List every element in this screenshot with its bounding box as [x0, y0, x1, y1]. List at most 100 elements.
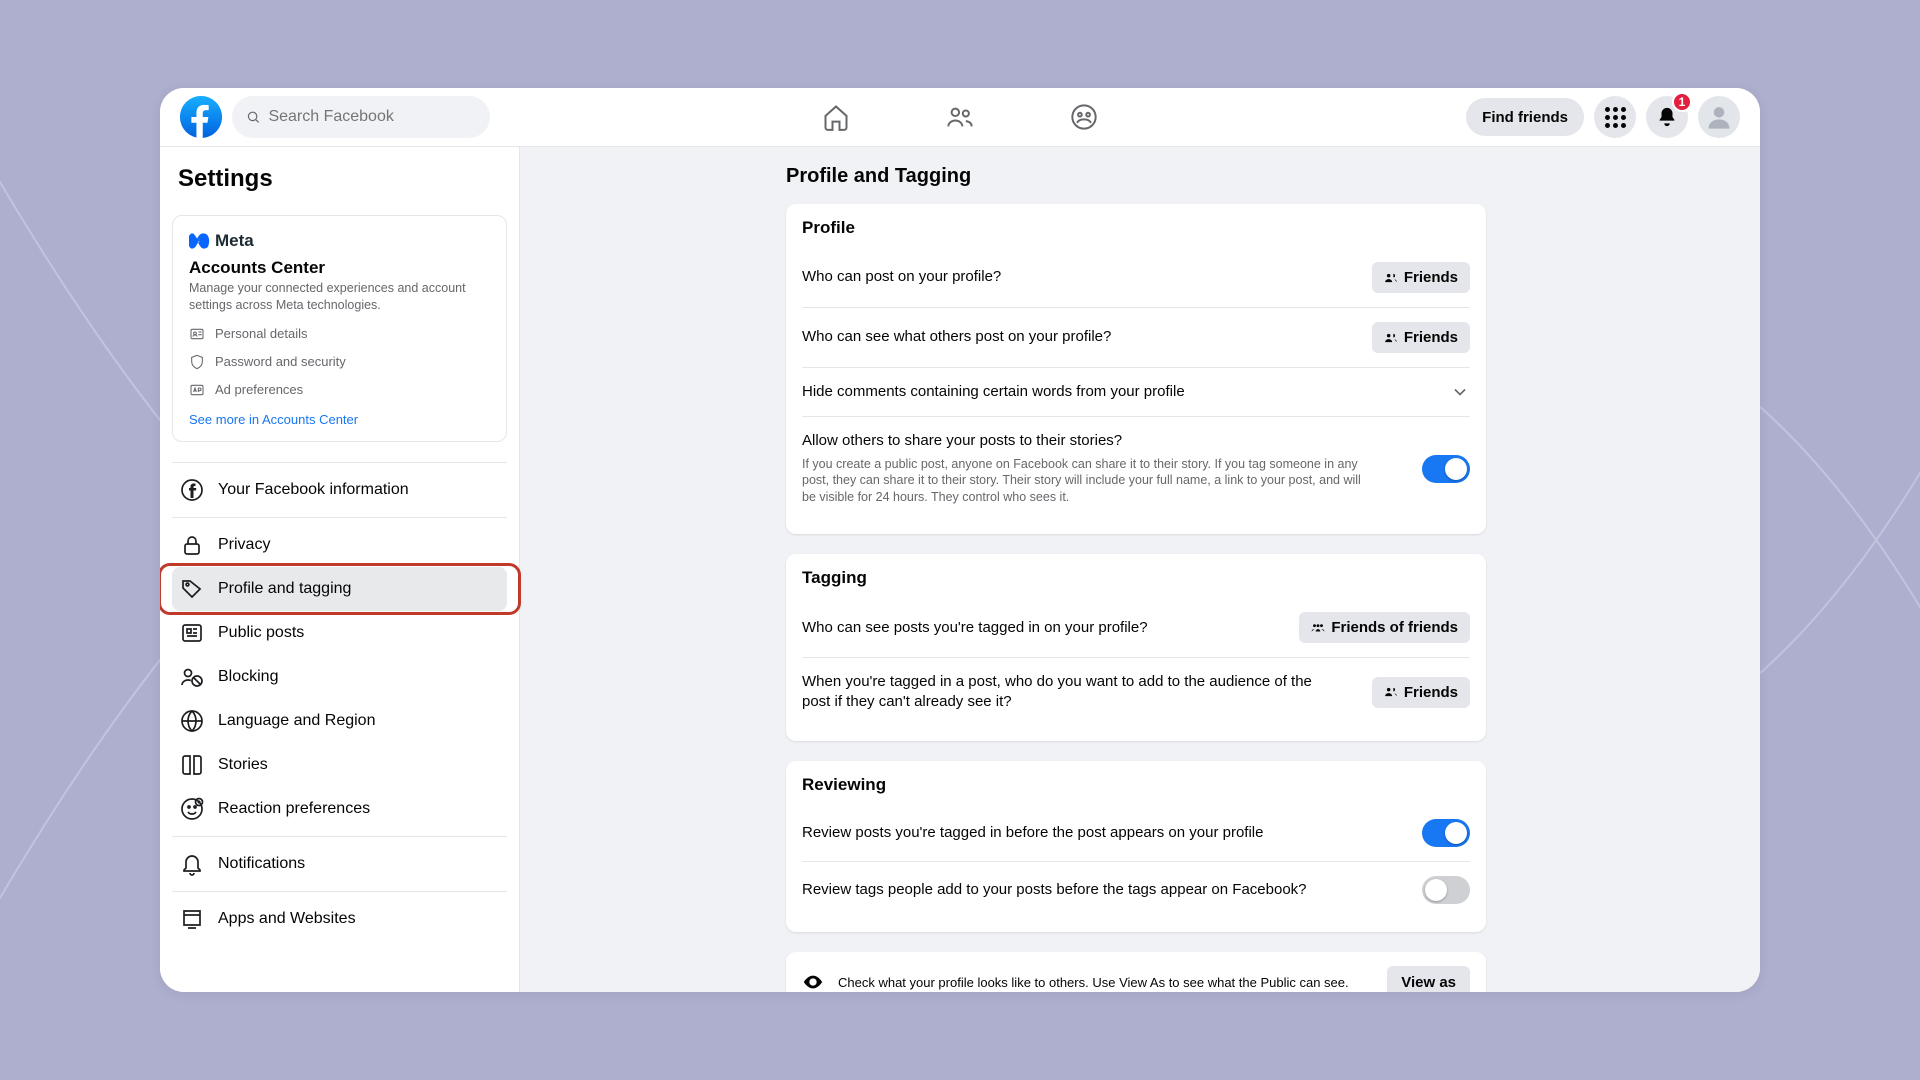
sidebar-item-public-posts[interactable]: Public posts — [172, 611, 507, 655]
search-icon — [246, 109, 260, 125]
meta-logo: Meta — [189, 230, 490, 252]
sidebar-item-reaction-preferences[interactable]: Reaction preferences — [172, 787, 507, 831]
toggle-review-posts[interactable] — [1422, 819, 1470, 847]
reviewing-section: Reviewing Review posts you're tagged in … — [786, 761, 1486, 932]
sidebar-item-stories[interactable]: Stories — [172, 743, 507, 787]
ac-item-label: Ad preferences — [215, 382, 303, 397]
section-heading-profile: Profile — [802, 218, 1470, 238]
toggle-allow-share[interactable] — [1422, 455, 1470, 483]
view-as-button[interactable]: View as — [1387, 966, 1470, 992]
accounts-center-more-link[interactable]: See more in Accounts Center — [189, 412, 490, 427]
apps-icon — [180, 907, 204, 931]
row-label: When you're tagged in a post, who do you… — [802, 672, 1312, 713]
header-right: Find friends 1 — [1466, 96, 1740, 138]
friends-of-friends-selector[interactable]: Friends of friends — [1299, 612, 1470, 643]
sidebar-item-label: Notifications — [218, 855, 305, 873]
sidebar-item-language-region[interactable]: Language and Region — [172, 699, 507, 743]
sidebar-item-label: Reaction preferences — [218, 800, 370, 818]
lock-icon — [180, 533, 204, 557]
row-review-posts: Review posts you're tagged in before the… — [802, 805, 1470, 862]
meta-brand-text: Meta — [215, 231, 254, 251]
row-label: Hide comments containing certain words f… — [802, 382, 1185, 402]
ac-personal-details[interactable]: Personal details — [189, 326, 490, 342]
toggle-review-tags[interactable] — [1422, 876, 1470, 904]
sidebar-item-label: Profile and tagging — [218, 580, 351, 598]
header: Find friends 1 — [160, 88, 1760, 147]
row-review-tags: Review tags people add to your posts bef… — [802, 862, 1470, 918]
row-label: Review tags people add to your posts bef… — [802, 880, 1307, 900]
row-sublabel: If you create a public post, anyone on F… — [802, 456, 1372, 507]
menu-button[interactable] — [1594, 96, 1636, 138]
divider — [172, 517, 507, 518]
notification-badge: 1 — [1672, 92, 1692, 112]
meta-icon — [189, 230, 211, 252]
feed-icon — [180, 621, 204, 645]
value-text: Friends — [1404, 269, 1458, 286]
sidebar-item-notifications[interactable]: Notifications — [172, 842, 507, 886]
row-label: Allow others to share your posts to thei… — [802, 431, 1372, 451]
sidebar: Settings Meta Accounts Center Manage you… — [160, 147, 520, 992]
value-text: Friends — [1404, 684, 1458, 701]
eye-icon — [802, 971, 824, 992]
shield-icon — [189, 354, 205, 370]
row-label: Review posts you're tagged in before the… — [802, 823, 1263, 843]
reaction-icon — [180, 797, 204, 821]
friends-selector[interactable]: Friends — [1372, 677, 1470, 708]
row-who-can-see-tagged: Who can see posts you're tagged in on yo… — [802, 598, 1470, 658]
globe-icon — [180, 709, 204, 733]
sidebar-item-profile-and-tagging[interactable]: Profile and tagging — [172, 567, 507, 611]
sidebar-item-blocking[interactable]: Blocking — [172, 655, 507, 699]
fb-circle-icon — [180, 478, 204, 502]
main-content: Profile and Tagging Profile Who can post… — [520, 147, 1760, 992]
value-text: Friends of friends — [1331, 619, 1458, 636]
chevron-down-icon — [1450, 382, 1470, 402]
tagging-section: Tagging Who can see posts you're tagged … — [786, 554, 1486, 741]
viewas-text: Check what your profile looks like to ot… — [838, 975, 1373, 990]
divider — [172, 891, 507, 892]
bell-icon — [180, 852, 204, 876]
sidebar-item-your-facebook-information[interactable]: Your Facebook information — [172, 468, 507, 512]
settings-title: Settings — [172, 165, 507, 193]
row-label: Who can see posts you're tagged in on yo… — [802, 618, 1148, 638]
row-hide-comments[interactable]: Hide comments containing certain words f… — [802, 368, 1470, 417]
id-card-icon — [189, 326, 205, 342]
avatar-icon — [1705, 103, 1733, 131]
row-add-audience: When you're tagged in a post, who do you… — [802, 658, 1470, 727]
search-wrap[interactable] — [232, 96, 490, 138]
sidebar-item-apps-websites[interactable]: Apps and Websites — [172, 897, 507, 941]
row-label: Who can see what others post on your pro… — [802, 327, 1111, 347]
facebook-logo[interactable] — [180, 96, 222, 138]
sidebar-item-label: Apps and Websites — [218, 910, 356, 928]
row-label: Who can post on your profile? — [802, 267, 1001, 287]
groups-icon[interactable] — [1070, 103, 1098, 131]
search-input[interactable] — [268, 108, 476, 126]
viewas-section: Check what your profile looks like to ot… — [786, 952, 1486, 992]
sidebar-item-label: Blocking — [218, 668, 278, 686]
ac-ad-preferences[interactable]: Ad preferences — [189, 382, 490, 398]
sidebar-item-label: Your Facebook information — [218, 481, 409, 499]
notifications-button[interactable]: 1 — [1646, 96, 1688, 138]
ac-password-security[interactable]: Password and security — [189, 354, 490, 370]
friends-icon — [1384, 331, 1398, 345]
friends-icon — [1384, 685, 1398, 699]
friends-icon — [1384, 271, 1398, 285]
book-icon — [180, 753, 204, 777]
divider — [172, 836, 507, 837]
friends-selector[interactable]: Friends — [1372, 322, 1470, 353]
value-text: Friends — [1404, 329, 1458, 346]
row-allow-share-stories: Allow others to share your posts to thei… — [802, 417, 1470, 520]
home-icon[interactable] — [822, 103, 850, 131]
sidebar-item-privacy[interactable]: Privacy — [172, 523, 507, 567]
row-who-can-post: Who can post on your profile? Friends — [802, 248, 1470, 308]
find-friends-button[interactable]: Find friends — [1466, 98, 1584, 136]
nav-list: Your Facebook information Privacy Profil… — [172, 462, 507, 941]
avatar[interactable] — [1698, 96, 1740, 138]
friends-icon[interactable] — [946, 103, 974, 131]
app-window: Find friends 1 Settings Meta Accounts — [160, 88, 1760, 992]
grid-icon — [1605, 107, 1626, 128]
friends-selector[interactable]: Friends — [1372, 262, 1470, 293]
ac-item-label: Personal details — [215, 326, 308, 341]
accounts-center-card: Meta Accounts Center Manage your connect… — [172, 215, 507, 442]
sidebar-item-label: Language and Region — [218, 712, 375, 730]
sidebar-item-label: Stories — [218, 756, 268, 774]
